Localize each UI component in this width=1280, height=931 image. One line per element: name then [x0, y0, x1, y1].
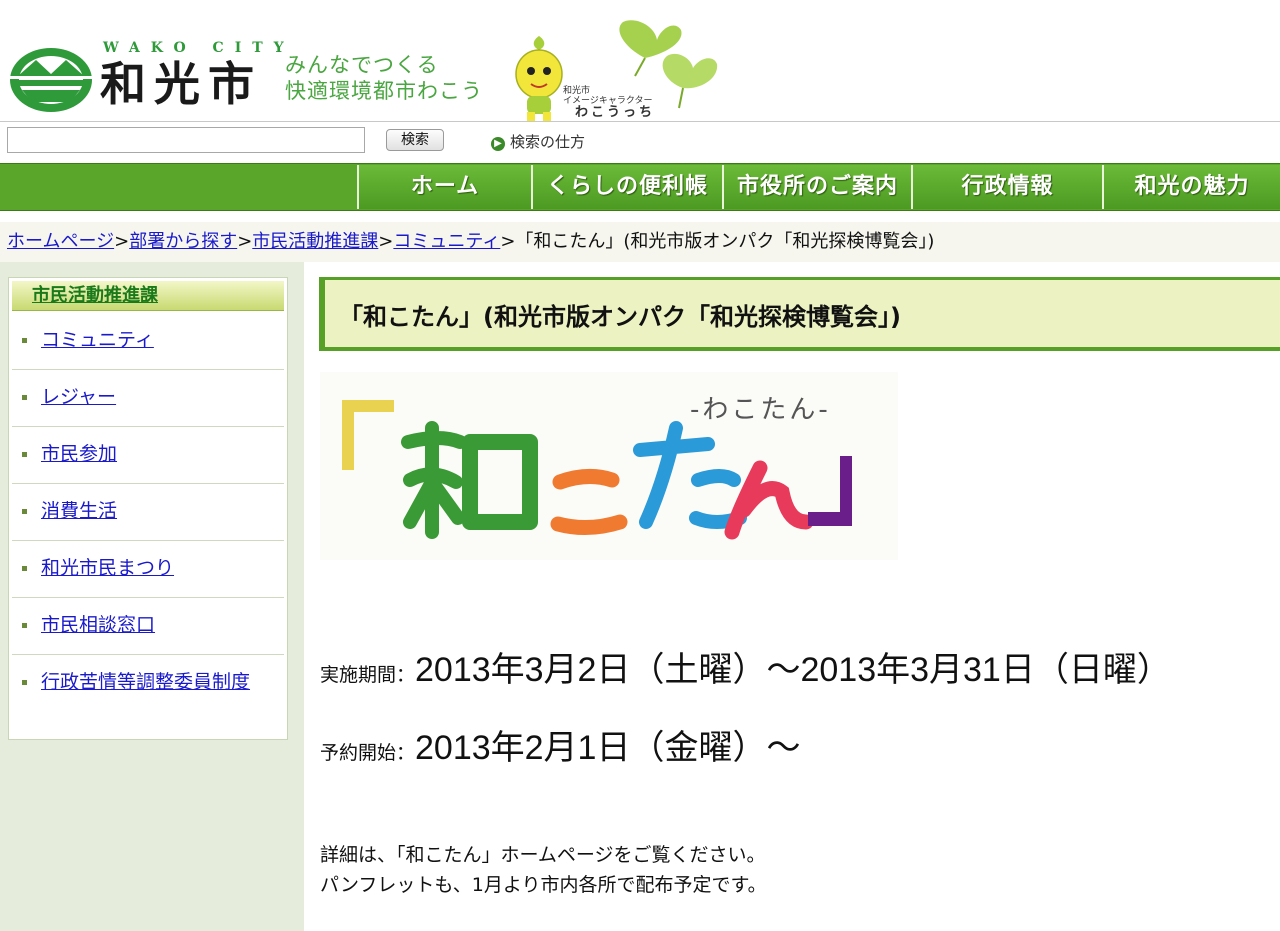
reserve-label: 予約開始：	[320, 742, 416, 764]
sidebar-heading-link[interactable]: 市民活動推進課	[32, 285, 158, 306]
slogan-line-1: みんなでつくる	[285, 53, 439, 77]
search-help-link[interactable]: ▶ 検索の仕方	[491, 132, 585, 152]
sidebar-item-consultation: 市民相談窓口	[12, 598, 284, 655]
breadcrumb-home[interactable]: ホームページ	[7, 231, 114, 252]
ginkgo-leaf-icon	[619, 20, 718, 109]
sidebar-heading: 市民活動推進課	[12, 281, 284, 311]
sidebar-item-participation: 市民参加	[12, 427, 284, 484]
bullet-icon	[22, 509, 27, 514]
wako-city-emblem-icon[interactable]	[8, 46, 94, 114]
detail-text-line-1: 詳細は、「和こたん」ホームページをご覧ください。	[320, 844, 766, 866]
period-label: 実施期間：	[320, 664, 416, 686]
city-slogan: みんなでつくる 快適環境都市わこう	[285, 52, 483, 104]
banner-subtitle: -わこたん-	[690, 395, 831, 425]
reserve-value: 2013年2月1日（金曜）～	[415, 729, 801, 767]
page-title-box: 「和こたん」(和光市版オンパク「和光探検博覧会」)	[319, 277, 1280, 351]
nav-home[interactable]: ホーム	[357, 165, 531, 209]
page-title: 「和こたん」(和光市版オンパク「和光探検博覧会」)	[339, 303, 901, 331]
city-name-japanese[interactable]: 和光市	[100, 58, 262, 110]
nav-city-hall-guide[interactable]: 市役所のご案内	[722, 165, 911, 209]
sidebar-link-community[interactable]: コミュニティ	[41, 326, 271, 354]
sidebar-link-festival[interactable]: 和光市民まつり	[41, 554, 271, 582]
city-name-english: WAKO CITY	[103, 40, 295, 56]
sidebar-link-consultation[interactable]: 市民相談窓口	[41, 611, 271, 639]
sidebar-item-consumer: 消費生活	[12, 484, 284, 541]
reservation-start: 予約開始：2013年2月1日（金曜）～	[320, 720, 800, 769]
search-button[interactable]: 検索	[386, 129, 444, 151]
mascot-character-icon	[515, 36, 563, 121]
breadcrumb-community[interactable]: コミュニティ	[393, 231, 500, 252]
detail-text-line-2: パンフレットも、1月より市内各所で配布予定です。	[320, 874, 767, 896]
bullet-icon	[22, 452, 27, 457]
search-input[interactable]	[7, 127, 365, 153]
sidebar-item-complaints: 行政苦情等調整委員制度	[12, 655, 284, 739]
sidebar-item-leisure: レジャー	[12, 370, 284, 427]
sidebar-menu: 市民活動推進課 コミュニティ レジャー 市民参加 消費生活 和光市民まつり 市民…	[8, 277, 288, 740]
nav-wako-appeal[interactable]: 和光の魅力	[1102, 165, 1280, 209]
event-period: 実施期間：2013年3月2日（土曜）～2013年3月31日（日曜）	[320, 642, 1171, 691]
nav-administration[interactable]: 行政情報	[911, 165, 1102, 209]
bullet-icon	[22, 338, 27, 343]
banner-char-wa	[401, 421, 467, 539]
bullet-icon	[22, 680, 27, 685]
sidebar-link-consumer[interactable]: 消費生活	[41, 497, 271, 525]
global-nav: ホーム くらしの便利帳 市役所のご案内 行政情報 和光の魅力	[0, 163, 1280, 211]
sidebar-item-community: コミュニティ	[12, 313, 284, 370]
breadcrumb: ホームページ>部署から探す>市民活動推進課>コミュニティ>「和こたん」(和光市版…	[0, 222, 1280, 262]
site-header: WAKO CITY 和光市 みんなでつくる 快適環境都市わこう 和光市 イメージ…	[0, 0, 1280, 122]
breadcrumb-civic-activity[interactable]: 市民活動推進課	[252, 231, 378, 252]
sidebar-link-participation[interactable]: 市民参加	[41, 440, 271, 468]
arrow-circle-icon: ▶	[491, 137, 505, 151]
bullet-icon	[22, 395, 27, 400]
sidebar-link-complaints[interactable]: 行政苦情等調整委員制度	[41, 668, 266, 696]
breadcrumb-separator: >	[237, 231, 253, 252]
bullet-icon	[22, 566, 27, 571]
breadcrumb-separator: >	[378, 231, 394, 252]
breadcrumb-separator: >	[500, 231, 516, 252]
search-bar: 検索 ▶ 検索の仕方	[0, 121, 1280, 162]
slogan-line-2: 快適環境都市わこう	[285, 79, 483, 103]
wakotan-banner: -わこたん-	[320, 372, 898, 560]
breadcrumb-departments[interactable]: 部署から探す	[129, 231, 237, 252]
bullet-icon	[22, 623, 27, 628]
breadcrumb-current: 「和こたん」(和光市版オンパク「和光探検博覧会」)	[515, 231, 935, 252]
sidebar-item-festival: 和光市民まつり	[12, 541, 284, 598]
sidebar-link-leisure[interactable]: レジャー	[41, 383, 271, 411]
search-help-label: 検索の仕方	[510, 133, 586, 151]
breadcrumb-separator: >	[114, 231, 130, 252]
nav-living-guide[interactable]: くらしの便利帳	[531, 165, 722, 209]
period-value: 2013年3月2日（土曜）～2013年3月31日（日曜）	[415, 651, 1171, 689]
